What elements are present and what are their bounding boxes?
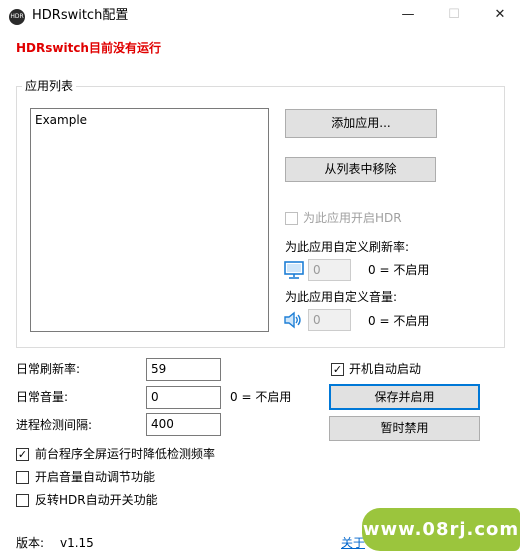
daily-refresh-label: 日常刷新率: [16,362,81,376]
daily-volume-label: 日常音量: [16,390,69,404]
list-item[interactable]: Example [31,109,268,131]
watermark-badge: www.08rj.com [362,508,520,551]
add-app-button[interactable]: 添加应用... [285,109,437,138]
monitor-icon [284,261,304,279]
minimize-button[interactable]: — [385,0,431,31]
daily-volume-input[interactable]: 0 [146,386,221,409]
window-title: HDRswitch配置 [32,8,129,23]
version-value: v1.15 [60,536,94,550]
app-list-group-label: 应用列表 [22,78,77,94]
reduce-frequency-checkbox[interactable]: ✓ [16,448,29,461]
maximize-button: ☐ [448,7,460,22]
reduce-frequency-label: 前台程序全屏运行时降低检测频率 [35,447,216,461]
enable-hdr-checkbox[interactable] [285,212,298,225]
temporarily-disable-button[interactable]: 暂时禁用 [329,416,480,441]
app-volume-label: 为此应用自定义音量: [285,290,398,304]
interval-input[interactable]: 400 [146,413,221,436]
about-link[interactable]: 关于 [341,535,365,551]
speaker-icon [283,311,303,329]
interval-label: 进程检测间隔: [16,418,93,432]
app-listbox[interactable]: Example [30,108,269,332]
app-volume-hint: 0 = 不启用 [368,314,430,328]
invert-hdr-label: 反转HDR自动开关功能 [35,493,158,507]
daily-refresh-input[interactable]: 59 [146,358,221,381]
app-refresh-rate-label: 为此应用自定义刷新率: [285,240,410,254]
remove-from-list-button[interactable]: 从列表中移除 [285,157,436,182]
save-and-enable-button[interactable]: 保存并启用 [329,384,480,410]
app-icon: HDR [9,9,25,25]
daily-volume-hint: 0 = 不启用 [230,390,292,404]
startup-checkbox[interactable]: ✓ [331,363,344,376]
app-refresh-rate-input[interactable]: 0 [308,259,351,281]
auto-volume-checkbox[interactable] [16,471,29,484]
app-volume-input[interactable]: 0 [308,309,351,331]
status-text: HDRswitch目前没有运行 [16,41,161,55]
startup-label: 开机自动启动 [349,362,422,376]
enable-hdr-label: 为此应用开启HDR [303,211,402,225]
version-label: 版本: [16,536,45,550]
close-button[interactable]: ✕ [477,0,523,31]
auto-volume-label: 开启音量自动调节功能 [35,470,156,484]
invert-hdr-checkbox[interactable] [16,494,29,507]
app-refresh-rate-hint: 0 = 不启用 [368,263,430,277]
